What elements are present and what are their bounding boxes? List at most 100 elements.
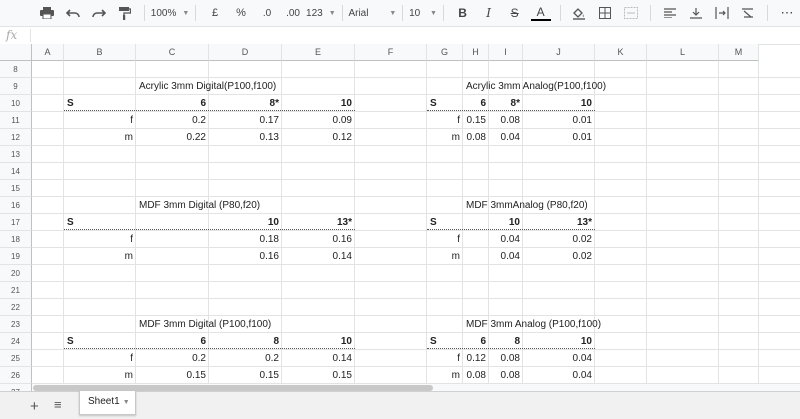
chevron-down-icon: ▼: [328, 9, 336, 17]
row-header-15[interactable]: 15: [0, 180, 32, 197]
data-cell: 0.01: [572, 132, 592, 143]
number-format-select[interactable]: 123 ▼: [306, 8, 336, 19]
font-size-select[interactable]: 10 ▼: [409, 8, 437, 19]
text-color-button[interactable]: A: [530, 5, 551, 21]
grid-line: [32, 264, 800, 265]
row-header-16[interactable]: 16: [0, 197, 32, 214]
undo-icon[interactable]: [63, 2, 83, 24]
decrease-decimals-button[interactable]: .0: [257, 2, 277, 24]
select-all-corner[interactable]: [0, 44, 32, 61]
row-header-26[interactable]: 26: [0, 367, 32, 384]
row-header-14[interactable]: 14: [0, 163, 32, 180]
zoom-value: 100%: [150, 7, 177, 19]
data-cell: 0.15: [466, 115, 486, 126]
data-cell: 0.02: [572, 234, 592, 245]
grid-line: [32, 179, 800, 180]
chevron-down-icon: ▼: [122, 399, 130, 406]
column-header-d[interactable]: D: [209, 44, 282, 61]
formula-divider: [30, 29, 31, 42]
column-header-k[interactable]: K: [595, 44, 647, 61]
row-header-24[interactable]: 24: [0, 333, 32, 350]
toolbar-separator: [650, 5, 652, 21]
valign-icon[interactable]: [686, 2, 706, 24]
italic-button[interactable]: I: [479, 2, 499, 24]
data-cell: 0.08: [500, 115, 520, 126]
row-header-17[interactable]: 17: [0, 214, 32, 231]
sheet-tab[interactable]: Sheet1 ▼: [79, 391, 136, 415]
row-label: m: [124, 370, 133, 381]
row-header-11[interactable]: 11: [0, 112, 32, 129]
data-cell: 0.2: [192, 353, 206, 364]
toolbar-separator: [144, 5, 145, 21]
column-header-i[interactable]: I: [489, 44, 523, 61]
wrap-icon[interactable]: [712, 2, 732, 24]
merge-icon[interactable]: [621, 2, 641, 24]
column-header-m[interactable]: M: [719, 44, 759, 61]
row-header-12[interactable]: 12: [0, 129, 32, 146]
data-cell: 0.08: [500, 353, 520, 364]
row-header-10[interactable]: 10: [0, 95, 32, 112]
zoom-select[interactable]: 100% ▼: [151, 8, 190, 19]
row-label: f: [130, 115, 133, 126]
increase-decimals-button[interactable]: .00: [283, 2, 303, 24]
header-underline: [64, 229, 355, 230]
all-sheets-button[interactable]: ≡: [54, 397, 62, 412]
align-icon[interactable]: [660, 2, 680, 24]
row-header-18[interactable]: 18: [0, 231, 32, 248]
data-cell: 0.04: [500, 234, 520, 245]
formula-input[interactable]: [34, 27, 794, 44]
row-label: f: [130, 353, 133, 364]
more-options-button[interactable]: ⋯: [777, 2, 797, 24]
data-cell: 0.14: [332, 353, 352, 364]
data-cell: 0.04: [500, 132, 520, 143]
row-header-19[interactable]: 19: [0, 248, 32, 265]
strikethrough-button[interactable]: S: [505, 2, 525, 24]
column-header-h[interactable]: H: [463, 44, 489, 61]
column-header-b[interactable]: B: [64, 44, 136, 61]
font-family-value: Arial: [348, 7, 369, 19]
toolbar: 100% ▼ £ % .0 .00 123 ▼ Arial ▼ 10 ▼ B I S A…: [0, 0, 800, 27]
row-header-25[interactable]: 25: [0, 350, 32, 367]
data-cell: 0.04: [500, 251, 520, 262]
add-sheet-button[interactable]: +: [30, 398, 39, 415]
currency-format-button[interactable]: £: [205, 2, 225, 24]
row-header-9[interactable]: 9: [0, 78, 32, 95]
sheet-tab-label: Sheet1: [88, 396, 120, 407]
grid-line: [32, 281, 800, 282]
toolbar-separator: [442, 5, 444, 21]
row-label: m: [451, 132, 460, 143]
fill-color-icon[interactable]: [569, 2, 589, 24]
toolbar-separator: [767, 5, 768, 21]
data-cell: 0.04: [572, 370, 592, 381]
row-header-23[interactable]: 23: [0, 316, 32, 333]
toolbar-separator: [195, 5, 197, 21]
data-cell: 0.17: [259, 115, 279, 126]
row-header-20[interactable]: 20: [0, 265, 32, 282]
header-underline: [64, 110, 355, 111]
row-header-8[interactable]: 8: [0, 61, 32, 78]
column-header-a[interactable]: A: [32, 44, 64, 61]
row-header-21[interactable]: 21: [0, 282, 32, 299]
column-header-j[interactable]: J: [523, 44, 595, 61]
sheet-tab-bar: + ≡ Sheet1 ▼: [0, 391, 800, 419]
row-label: f: [457, 234, 460, 245]
data-cell: 0.16: [259, 251, 279, 262]
column-header-c[interactable]: C: [136, 44, 209, 61]
redo-icon[interactable]: [89, 2, 109, 24]
table-title: MDF 3mmAnalog (P80,f20): [466, 200, 588, 211]
paint-format-icon[interactable]: [115, 2, 135, 24]
percent-format-button[interactable]: %: [231, 2, 251, 24]
print-icon[interactable]: [37, 2, 57, 24]
rotate-icon[interactable]: [738, 2, 758, 24]
grid-line: [32, 230, 800, 231]
column-header-f[interactable]: F: [355, 44, 427, 61]
column-header-e[interactable]: E: [282, 44, 355, 61]
borders-icon[interactable]: [595, 2, 615, 24]
row-header-22[interactable]: 22: [0, 299, 32, 316]
bold-button[interactable]: B: [453, 2, 473, 24]
row-header-13[interactable]: 13: [0, 146, 32, 163]
font-family-select[interactable]: Arial ▼: [348, 8, 396, 19]
column-header-l[interactable]: L: [647, 44, 719, 61]
column-header-g[interactable]: G: [427, 44, 463, 61]
grid-line: [758, 61, 759, 418]
